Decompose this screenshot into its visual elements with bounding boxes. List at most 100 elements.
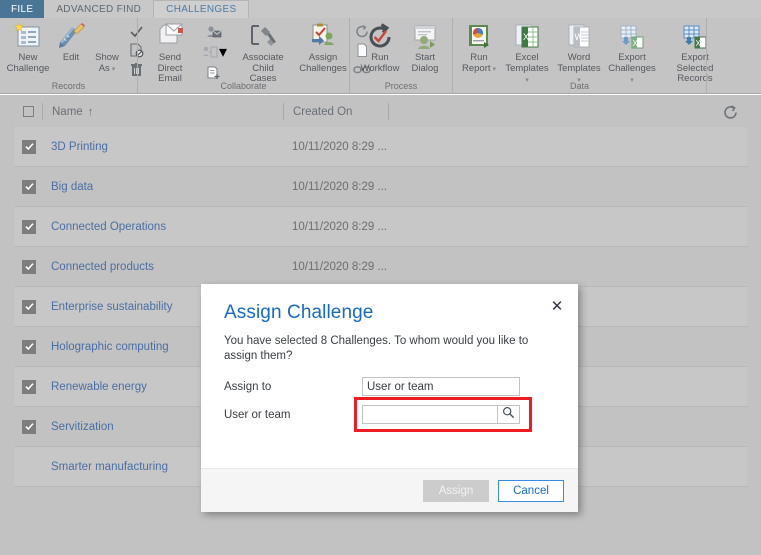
user-or-team-row: User or team: [224, 397, 555, 432]
row-checkbox[interactable]: [22, 259, 36, 274]
ribbon-group-label-data: Data: [569, 81, 589, 91]
tab-advanced-find[interactable]: ADVANCED FIND: [44, 0, 154, 18]
row-checkbox[interactable]: [22, 139, 36, 154]
row-created-on: 10/11/2020 8:29 ...: [292, 180, 388, 193]
row-checkbox[interactable]: [22, 379, 36, 394]
row-created-on: 10/11/2020 8:29 ...: [292, 260, 388, 273]
edit-label: Edit: [62, 52, 80, 63]
new-record-icon: [13, 22, 43, 52]
select-all-checkbox[interactable]: [23, 106, 34, 117]
start-dialog-label: Start Dialog: [411, 52, 439, 74]
column-divider[interactable]: [42, 103, 43, 120]
row-name-link[interactable]: Enterprise sustainability: [51, 301, 172, 313]
ribbon-toolbar: New Challenge Edit Show As ▾ Records Sen…: [0, 18, 761, 94]
tab-strip-filler: [249, 0, 761, 18]
application-window: FILE ADVANCED FIND CHALLENGES New Challe…: [0, 0, 761, 555]
run-workflow-button[interactable]: Run Workflow: [356, 21, 404, 74]
column-divider[interactable]: [283, 103, 284, 120]
edit-button[interactable]: Edit: [52, 21, 90, 64]
row-created-on: 10/11/2020 8:29 ...: [292, 220, 388, 233]
run-report-label: Run Report ▾: [462, 52, 496, 74]
start-dialog-icon: [410, 22, 440, 52]
excel-templates-button[interactable]: X Excel Templates ▾: [501, 21, 553, 87]
table-row[interactable]: Big data 10/11/2020 8:29 ...: [14, 167, 747, 207]
row-name-link[interactable]: Renewable energy: [51, 381, 147, 393]
assign-challenges-button[interactable]: Assign Challenges: [296, 21, 350, 74]
close-icon[interactable]: ✕: [548, 297, 566, 315]
row-checkbox[interactable]: [22, 419, 36, 434]
table-row[interactable]: Connected products 10/11/2020 8:29 ...: [14, 247, 747, 287]
assign-challenges-label: Assign Challenges: [299, 52, 347, 74]
export-challenges-icon: X: [617, 22, 647, 52]
collaborate-small-buttons-1: ▾: [198, 21, 230, 81]
row-name-link[interactable]: Servitization: [51, 421, 114, 433]
new-challenge-button[interactable]: New Challenge: [4, 21, 52, 74]
add-note-icon[interactable]: [205, 64, 223, 81]
tab-advanced-find-label: ADVANCED FIND: [56, 3, 142, 15]
row-name-link[interactable]: 3D Printing: [51, 141, 108, 153]
row-checkbox[interactable]: [22, 219, 36, 234]
row-name-link[interactable]: Smarter manufacturing: [51, 461, 168, 473]
chevron-down-icon[interactable]: ▾: [219, 42, 227, 62]
row-checkbox[interactable]: [22, 339, 36, 354]
cancel-button[interactable]: Cancel: [498, 479, 564, 502]
table-row[interactable]: Connected Operations 10/11/2020 8:29 ...: [14, 207, 747, 247]
share-contact-icon[interactable]: [205, 23, 223, 40]
word-templates-button[interactable]: W Word Templates ▾: [553, 21, 605, 87]
tab-file[interactable]: FILE: [0, 0, 45, 18]
ribbon-group-process: Run Workflow Start Dialog Process: [349, 18, 452, 94]
user-or-team-control: [354, 397, 532, 432]
svg-text:X: X: [696, 39, 702, 48]
dialog-title: Assign Challenge: [224, 302, 374, 323]
table-row[interactable]: 3D Printing 10/11/2020 8:29 ...: [14, 127, 747, 167]
ribbon-group-data: Run Report ▾ X Excel Templates ▾ W Word …: [452, 18, 713, 94]
send-direct-email-icon: [155, 22, 185, 52]
row-checkbox[interactable]: [22, 299, 36, 314]
column-header-name-label: Name: [52, 105, 83, 118]
row-name-link[interactable]: Connected products: [51, 261, 154, 273]
assign-to-select[interactable]: [362, 377, 520, 397]
sort-ascending-icon: ↑: [87, 105, 94, 118]
column-header-name[interactable]: Name ↑: [52, 96, 93, 127]
assign-challenge-dialog: ✕ Assign Challenge You have selected 8 C…: [201, 284, 578, 512]
row-checkbox[interactable]: [22, 179, 36, 194]
associate-child-cases-icon: [248, 22, 278, 52]
connect-people-icon[interactable]: [201, 44, 219, 61]
user-or-team-lookup-button[interactable]: [497, 405, 520, 424]
new-challenge-label: New Challenge: [6, 52, 50, 74]
row-created-on: 10/11/2020 8:29 ...: [292, 140, 388, 153]
export-challenges-button[interactable]: X Export Challenges ▾: [605, 21, 659, 87]
user-or-team-input[interactable]: [362, 405, 497, 424]
associate-child-cases-button[interactable]: Associate Child Cases: [230, 21, 296, 85]
dialog-message: You have selected 8 Challenges. To whom …: [224, 335, 529, 362]
ribbon-group-records: New Challenge Edit Show As ▾ Records: [0, 18, 143, 94]
grid-header: Name ↑ Created On: [0, 95, 761, 128]
send-direct-email-button[interactable]: Send Direct Email: [142, 21, 198, 85]
run-report-button[interactable]: Run Report ▾: [457, 21, 501, 75]
tab-challenges[interactable]: CHALLENGES: [153, 0, 250, 18]
run-workflow-icon: [365, 22, 395, 52]
excel-templates-icon: X: [512, 22, 542, 52]
svg-text:X: X: [633, 39, 639, 48]
row-name-link[interactable]: Big data: [51, 181, 93, 193]
ribbon-group-filler: [706, 18, 761, 94]
row-name-link[interactable]: Connected Operations: [51, 221, 166, 233]
ribbon-group-label-records: Records: [51, 81, 86, 91]
column-header-created-on-label: Created On: [293, 105, 353, 118]
word-templates-icon: W: [564, 22, 594, 52]
ribbon-group-collaborate: Send Direct Email ▾ Associate Child Case…: [137, 18, 371, 94]
ribbon-group-label-collaborate: Collaborate: [220, 81, 267, 91]
assign-button[interactable]: Assign: [423, 479, 489, 502]
show-as-icon: [92, 22, 122, 52]
show-as-button[interactable]: Show As ▾: [90, 21, 124, 75]
tab-challenges-label: CHALLENGES: [166, 4, 237, 15]
start-dialog-button[interactable]: Start Dialog: [404, 21, 446, 74]
chevron-down-icon[interactable]: ▾: [491, 66, 496, 73]
row-name-link[interactable]: Holographic computing: [51, 341, 169, 353]
column-header-created-on[interactable]: Created On: [293, 96, 352, 127]
refresh-icon[interactable]: [719, 101, 741, 123]
column-divider[interactable]: [388, 103, 389, 120]
show-as-label: Show As ▾: [95, 52, 119, 74]
run-workflow-label: Run Workflow: [360, 52, 400, 74]
search-icon: [502, 406, 515, 424]
